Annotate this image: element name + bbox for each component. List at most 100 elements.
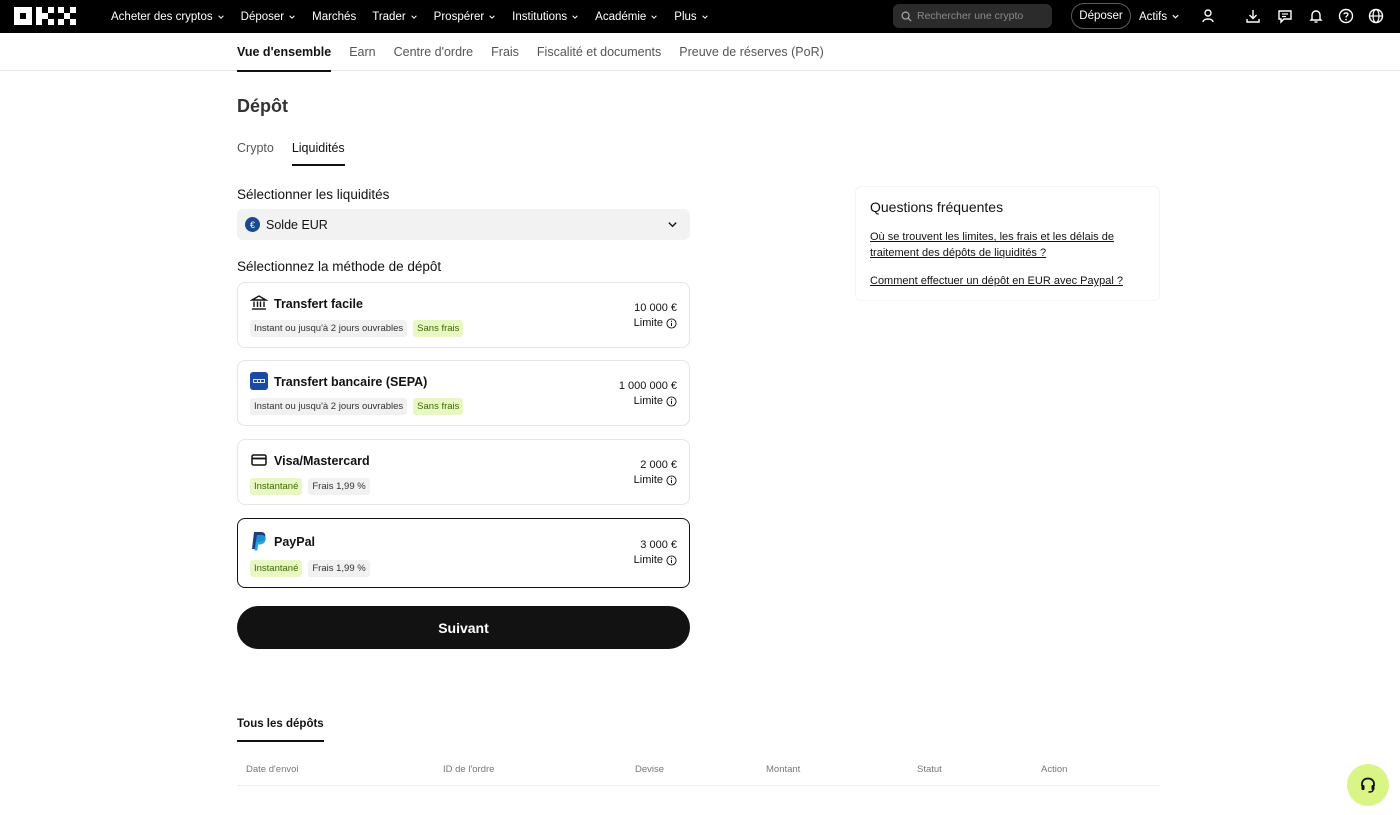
status-badge-green: Instantané [250, 478, 303, 495]
deposit-history-table-header: Date d'envoi ID de l'ordre Devise Montan… [237, 756, 1160, 786]
paypal-icon [250, 530, 268, 552]
deposit-method-name: Transfert bancaire (SEPA) [274, 375, 428, 389]
nav-item-label: Acheter des cryptos [111, 10, 213, 23]
nav-item-plus[interactable]: Plus [674, 11, 708, 23]
sepa-icon [250, 372, 268, 390]
column-header-date: Date d'envoi [246, 764, 299, 775]
deposit-method-transfert-bancaire-sepa[interactable]: Transfert bancaire (SEPA) Instant ou jusq… [237, 360, 690, 426]
chevron-down-icon [668, 222, 677, 228]
deposit-method-badges: Instant ou jusqu'à 2 jours ouvrables Sans… [250, 398, 464, 415]
faq-title: Questions fréquentes [870, 199, 1004, 215]
status-badge-green: Sans frais [413, 398, 464, 415]
tab-liquidites[interactable]: Liquidités [291, 134, 345, 166]
chevron-down-icon [489, 14, 495, 19]
search-input[interactable] [917, 10, 1047, 22]
globe-icon[interactable] [1368, 8, 1384, 24]
faq-link-limits[interactable]: Où se trouvent les limites, les frais et… [870, 229, 1145, 261]
tab-crypto[interactable]: Crypto [237, 134, 274, 162]
tab-preuve-de-reserves-por[interactable]: Preuve de réserves (PoR) [679, 33, 824, 71]
status-badge: Frais 1,99 % [308, 478, 370, 495]
deposit-method-name: Transfert facile [274, 297, 363, 311]
chevron-down-icon [289, 14, 295, 19]
info-icon [666, 317, 677, 329]
column-header-amount: Montant [766, 764, 801, 775]
nav-item-trader[interactable]: Trader [372, 11, 417, 23]
nav-item-academie[interactable]: Académie [595, 11, 658, 23]
page-title: Dépôt [237, 96, 288, 116]
column-header-currency: Devise [635, 764, 665, 775]
deposit-limit-label[interactable]: Limite [634, 395, 677, 407]
search-box[interactable] [893, 4, 1052, 28]
deposit-type-tabs: Crypto Liquidités [237, 134, 363, 167]
chevron-down-icon [651, 14, 658, 19]
currency-select-value: Solde EUR [266, 217, 328, 232]
deposit-button[interactable]: Déposer [1071, 3, 1131, 29]
info-icon [666, 554, 677, 566]
main-nav: Acheter des cryptos Déposer Marchés Trader P… [111, 0, 725, 33]
subnav-tabs: Vue d'ensemble Earn Centre d'ordre Frais Fis… [237, 33, 842, 72]
nav-item-marches[interactable]: Marchés [312, 11, 356, 23]
card-icon [250, 451, 268, 469]
deposit-limit-amount: 3 000 € [640, 539, 677, 551]
bank-icon [249, 294, 269, 312]
tab-earn[interactable]: Earn [349, 33, 375, 71]
deposit-limit-amount: 10 000 € [634, 302, 677, 314]
faq-panel: Questions fréquentes Où se trouvent les … [855, 186, 1160, 301]
status-badge-green: Sans frais [413, 320, 464, 337]
assets-label: Actifs [1139, 10, 1168, 23]
nav-item-label: Académie [595, 10, 647, 23]
status-badge-green: Instantané [250, 560, 303, 577]
deposit-limit-label[interactable]: Limite [634, 317, 677, 329]
deposit-limit-label[interactable]: Limite [634, 554, 677, 566]
deposit-limit-label[interactable]: Limite [634, 474, 677, 486]
deposit-limit-amount: 2 000 € [640, 459, 677, 471]
nav-item-label: Institutions [512, 10, 568, 23]
status-badge: Instant ou jusqu'à 2 jours ouvrables [250, 320, 408, 337]
tab-fiscalite-et-documents[interactable]: Fiscalité et documents [537, 33, 661, 71]
tab-vue-d-ensemble[interactable]: Vue d'ensemble [237, 33, 332, 72]
chat-icon[interactable] [1277, 8, 1293, 24]
okx-logo[interactable] [14, 7, 76, 25]
deposit-method-badges: Instantané Frais 1,99 % [250, 478, 370, 495]
deposit-method-transfert-facile[interactable]: Transfert facile Instant ou jusqu'à 2 jou… [237, 282, 690, 348]
nav-item-deposer[interactable]: Déposer [241, 11, 296, 23]
deposit-method-name: Visa/Mastercard [274, 454, 370, 468]
bell-icon[interactable] [1308, 8, 1324, 24]
status-badge: Frais 1,99 % [308, 560, 370, 577]
limit-text: Limite [633, 317, 663, 329]
faq-link-paypal[interactable]: Comment effectuer un dépôt en EUR avec P… [870, 273, 1145, 289]
deposit-method-badges: Instantané Frais 1,99 % [250, 560, 370, 577]
chevron-down-icon [701, 14, 708, 19]
nav-item-label: Prospérer [433, 10, 485, 23]
tab-all-deposits[interactable]: Tous les dépôts [237, 718, 324, 742]
tab-frais[interactable]: Frais [491, 33, 519, 71]
assets-menu[interactable]: Actifs [1139, 0, 1180, 33]
headset-icon [1361, 777, 1375, 793]
column-header-order-id: ID de l'ordre [443, 764, 495, 775]
deposit-limit-amount: 1 000 000 € [618, 380, 677, 392]
support-chat-button[interactable] [1347, 764, 1389, 806]
deposit-method-label: Sélectionnez la méthode de dépôt [237, 259, 442, 274]
nav-item-institutions[interactable]: Institutions [512, 11, 579, 23]
deposit-method-paypal[interactable]: PayPal Instantané Frais 1,99 % 3 000 € Limit… [237, 518, 690, 588]
limit-text: Limite [633, 395, 663, 407]
user-icon[interactable] [1200, 8, 1216, 24]
nav-item-prosperer[interactable]: Prospérer [434, 11, 497, 23]
next-button[interactable]: Suivant [237, 606, 690, 649]
account-subnav: Vue d'ensemble Earn Centre d'ordre Frais Fis… [0, 33, 1400, 72]
nav-item-label: Plus [674, 10, 697, 23]
download-icon[interactable] [1245, 8, 1261, 24]
status-badge: Instant ou jusqu'à 2 jours ouvrables [250, 398, 408, 415]
deposit-method-badges: Instant ou jusqu'à 2 jours ouvrables Sans… [250, 320, 464, 337]
currency-select[interactable]: € Solde EUR [237, 209, 690, 240]
help-icon[interactable] [1338, 8, 1354, 24]
column-header-action: Action [1041, 764, 1068, 775]
nav-item-label: Trader [372, 10, 406, 23]
tab-centre-d-ordre[interactable]: Centre d'ordre [394, 33, 474, 71]
nav-item-label: Marchés [312, 10, 357, 23]
chevron-down-icon [1172, 14, 1179, 19]
top-navigation-bar: Acheter des cryptos Déposer Marchés Trader P… [0, 0, 1400, 33]
info-icon [666, 474, 677, 486]
deposit-method-visa-mastercard[interactable]: Visa/Mastercard Instantané Frais 1,99 % 2 0… [237, 439, 690, 505]
nav-item-acheter-des-cryptos[interactable]: Acheter des cryptos [111, 11, 225, 23]
